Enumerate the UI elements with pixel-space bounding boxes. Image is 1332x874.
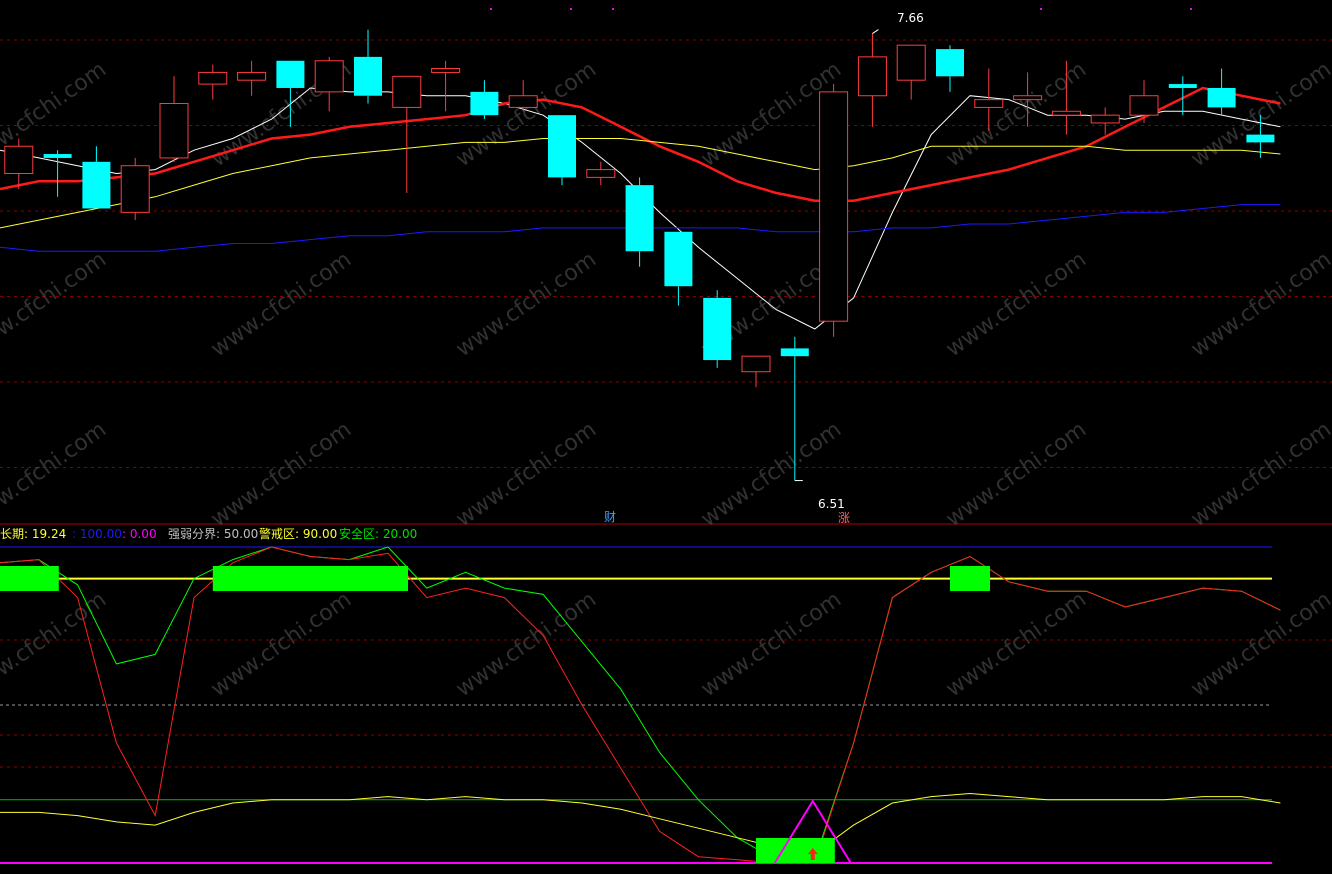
candle-body-down [276,60,305,88]
grid-lines [0,39,1332,864]
indicator-line-2 [0,792,1281,855]
candle-body-down [470,91,499,116]
legend-alert-zone: 警戒区: 90.00 [259,526,337,541]
max-price-label: 7.66 [897,11,924,25]
watermark-text: www.cfchi.com [207,587,356,702]
tick-dot [490,8,492,10]
candle-body-up [741,355,771,373]
candle-body-down [354,56,382,96]
tick-dot [570,8,572,10]
tick-dot [1040,8,1042,10]
watermark-text: www.cfchi.com [697,417,846,532]
candle-body-up [974,99,1004,108]
legend-midline: 强弱分界: 50.00 [168,527,258,541]
max-pointer [872,29,879,34]
candle-body-down [82,161,111,209]
finance-marker[interactable]: 财 [604,510,616,524]
candle-body-down [625,185,654,252]
legend-safe-zone: 安全区: 20.00 [339,526,417,541]
candle-body-down [936,49,964,77]
candle-body-up [392,75,422,108]
watermark-text: www.cfchi.com [942,417,1091,532]
watermark-text: www.cfchi.com [1187,417,1332,532]
candle-body-down [548,115,576,178]
watermark-text: www.cfchi.com [942,587,1091,702]
watermark-text: www.cfchi.com [1187,57,1332,172]
watermark-text: www.cfchi.com [0,417,111,532]
safe-zone-block [756,838,835,863]
watermark-text: www.cfchi.com [452,417,601,532]
min-price-label: 6.51 [818,497,845,511]
candle-body-up [1129,95,1159,116]
watermark-text: www.cfchi.com [207,247,356,362]
candle-body-up [237,71,267,81]
watermark-text: www.cfchi.com [942,247,1091,362]
candle-body-down [43,154,72,158]
legend-upper: : 100.00 [72,527,122,541]
candle-body-down [1246,134,1275,143]
candle-body-up [508,95,538,108]
candle-body-down [1207,87,1236,108]
tick-dot [612,8,614,10]
alert-zone-block [212,566,408,591]
ma-line-1 [0,86,1281,202]
legend-lower: : 0.00 [122,527,157,541]
stock-chart: www.cfchi.com www.cfchi.com www.cfchi.com w… [0,8,1332,864]
alert-zone-block [0,566,59,591]
candle-body-up [198,71,228,85]
candle-body-down [780,348,809,357]
candle-body-up [819,91,849,322]
watermark-text: www.cfchi.com [452,587,601,702]
candle-body-up [586,169,616,178]
watermark-text: www.cfchi.com [1187,247,1332,362]
watermark-text: www.cfchi.com [452,247,601,362]
rise-marker[interactable]: 涨 [838,510,850,525]
candle-body-up [1013,95,1043,101]
watermark-text: www.cfchi.com [0,247,111,362]
candle-body-up [4,145,34,174]
candle-body-up [314,60,344,93]
tick-dot [1190,8,1192,10]
candle-body-up [431,68,461,73]
watermark-text: www.cfchi.com [207,417,356,532]
watermark-text: www.cfchi.com [1187,587,1332,702]
watermark-text: www.cfchi.com [0,587,111,702]
watermark-text: www.cfchi.com [697,587,846,702]
candle-body-down [703,297,732,361]
candle-body-up [120,165,150,213]
candle-body-down [1168,84,1197,88]
candle-body-up [159,103,189,159]
candle-body-up [1090,114,1120,124]
candle-body-up [1051,110,1081,116]
indicator-legend: 长期: 19.24 : 100.00 : 0.00 强弱分界: 50.00 警戒… [0,526,417,541]
candle-body-up [896,44,926,81]
legend-long: 长期: 19.24 [0,527,66,541]
alert-zone-block [950,566,990,591]
candle-body-up [857,56,887,97]
candle-body-down [664,231,693,287]
